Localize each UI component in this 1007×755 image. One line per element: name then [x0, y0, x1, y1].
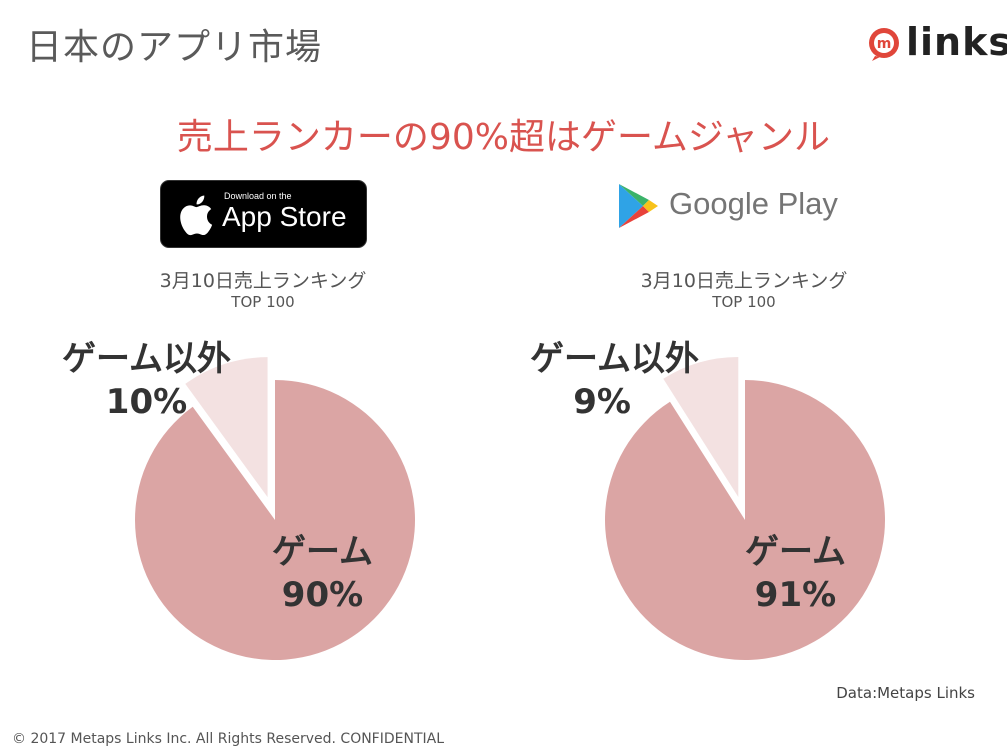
app-store-badge-label: App Store — [222, 201, 347, 232]
slice-value-other-left: 10% — [105, 381, 188, 422]
links-logo: m links — [858, 20, 1007, 70]
slice-label-other-right: ゲーム以外 9% — [530, 338, 699, 423]
slice-value-game-right: 91% — [754, 574, 837, 615]
slice-category-game-left: ゲーム — [272, 532, 373, 572]
google-play-icon — [619, 184, 658, 228]
footer-copyright: © 2017 Metaps Links Inc. All Rights Rese… — [12, 731, 445, 747]
slice-category-game-right: ゲーム — [745, 532, 846, 572]
chart-title-left: 3月10日売上ランキング — [159, 270, 367, 292]
google-play-label: Google Play — [669, 186, 838, 221]
slide: 日本のアプリ市場 m links 売上ランカーの90%超はゲームジャンル Dow… — [0, 0, 1007, 755]
links-logo-icon: m — [869, 28, 899, 61]
slice-value-other-right: 9% — [573, 381, 631, 422]
slice-category-other-left: ゲーム以外 — [62, 339, 231, 379]
google-play-logo: Google Play — [615, 180, 855, 240]
slice-category-other-right: ゲーム以外 — [530, 339, 699, 379]
page-title: 日本のアプリ市場 — [26, 27, 323, 68]
slice-label-game-left: ゲーム 90% — [272, 531, 373, 616]
chart-subtitle-left: TOP 100 — [231, 293, 295, 311]
app-store-badge: Download on the App Store — [160, 180, 367, 248]
apple-icon — [180, 195, 213, 236]
chart-title-right: 3月10日売上ランキング — [640, 270, 848, 292]
links-logo-text: links — [906, 20, 1007, 64]
headline: 売上ランカーの90%超はゲームジャンル — [176, 117, 831, 158]
app-store-badge-caption: Download on the — [224, 191, 292, 201]
slice-label-other-left: ゲーム以外 10% — [62, 338, 231, 423]
data-source: Data:Metaps Links — [836, 684, 975, 702]
svg-text:m: m — [877, 36, 892, 52]
slice-value-game-left: 90% — [281, 574, 364, 615]
chart-subtitle-right: TOP 100 — [712, 293, 776, 311]
slice-label-game-right: ゲーム 91% — [745, 531, 846, 616]
